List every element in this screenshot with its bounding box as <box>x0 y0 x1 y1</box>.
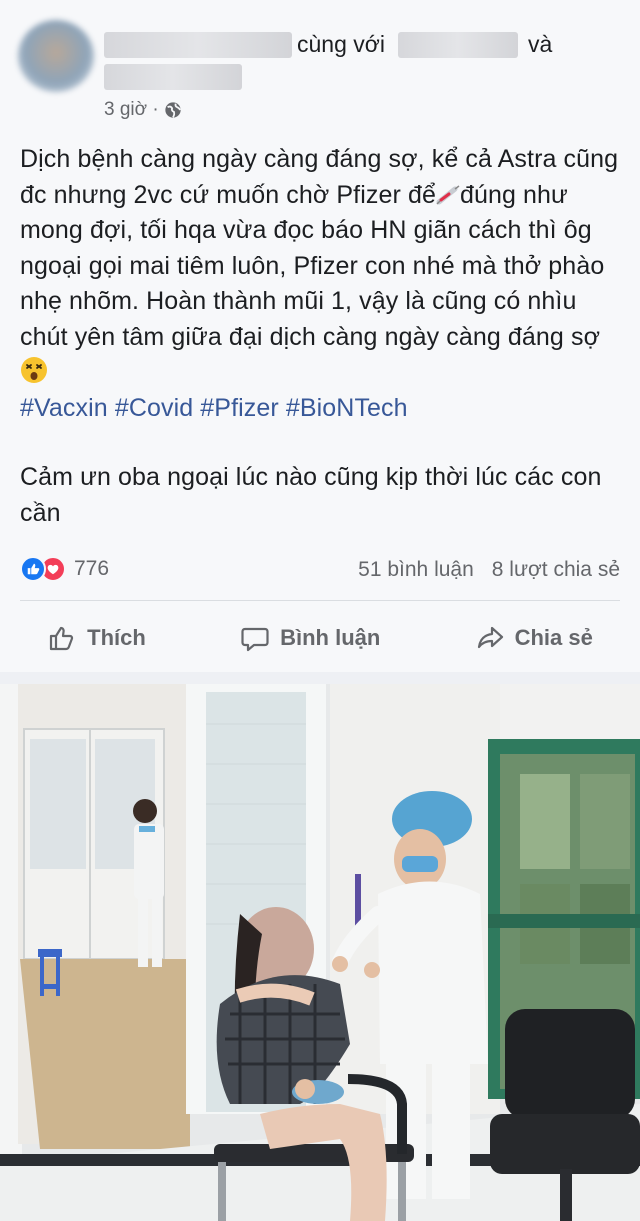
comment-bubble-icon <box>241 627 269 652</box>
post-card: cùng với và 3 giờ · Dịch bệnh càng ngày … <box>0 0 640 672</box>
like-button[interactable]: Thích <box>47 623 146 653</box>
post-paragraph: Dịch bệnh càng ngày càng đáng sợ, kể cả … <box>20 142 625 391</box>
reactions-summary[interactable]: 776 <box>20 556 109 582</box>
post-closing: Cảm ưn oba ngoại lúc nào cũng kịp thời l… <box>20 463 602 527</box>
tagged-name-2-blurred[interactable] <box>104 64 242 90</box>
like-reaction-icon <box>20 556 46 582</box>
author-and: và <box>528 31 553 57</box>
comment-button[interactable]: Bình luận <box>240 623 380 653</box>
syringe-emoji-icon <box>436 184 460 205</box>
action-bar: Thích Bình luận Chia sẻ <box>0 616 640 660</box>
vaccination-photo <box>0 684 640 1221</box>
post-time[interactable]: 3 giờ · <box>104 99 159 121</box>
author-connector: cùng với <box>297 31 385 57</box>
post-meta: 3 giờ · <box>104 99 182 121</box>
globe-icon <box>165 102 181 118</box>
comment-count[interactable]: 51 bình luận <box>358 558 474 582</box>
hashtags[interactable]: #Vacxin #Covid #Pfizer #BioNTech <box>20 391 625 427</box>
reaction-count: 776 <box>74 557 110 580</box>
comment-label: Bình luận <box>280 625 381 650</box>
avatar[interactable] <box>18 20 94 92</box>
like-label: Thích <box>87 625 146 650</box>
share-arrow-icon <box>477 626 503 649</box>
post-photo[interactable] <box>0 684 640 1221</box>
post-body: Dịch bệnh càng ngày càng đáng sợ, kể cả … <box>20 142 625 531</box>
reaction-stats: 776 51 bình luận 8 lượt chia sẻ <box>20 554 620 588</box>
divider <box>20 600 620 601</box>
author-name-blurred[interactable] <box>104 32 292 58</box>
share-count[interactable]: 8 lượt chia sẻ <box>492 558 620 582</box>
share-label: Chia sẻ <box>514 625 593 650</box>
tagged-name-blurred[interactable] <box>398 32 518 58</box>
thumbs-up-icon <box>50 626 74 651</box>
astonished-face-emoji-icon <box>21 357 47 383</box>
share-button[interactable]: Chia sẻ <box>475 623 593 653</box>
